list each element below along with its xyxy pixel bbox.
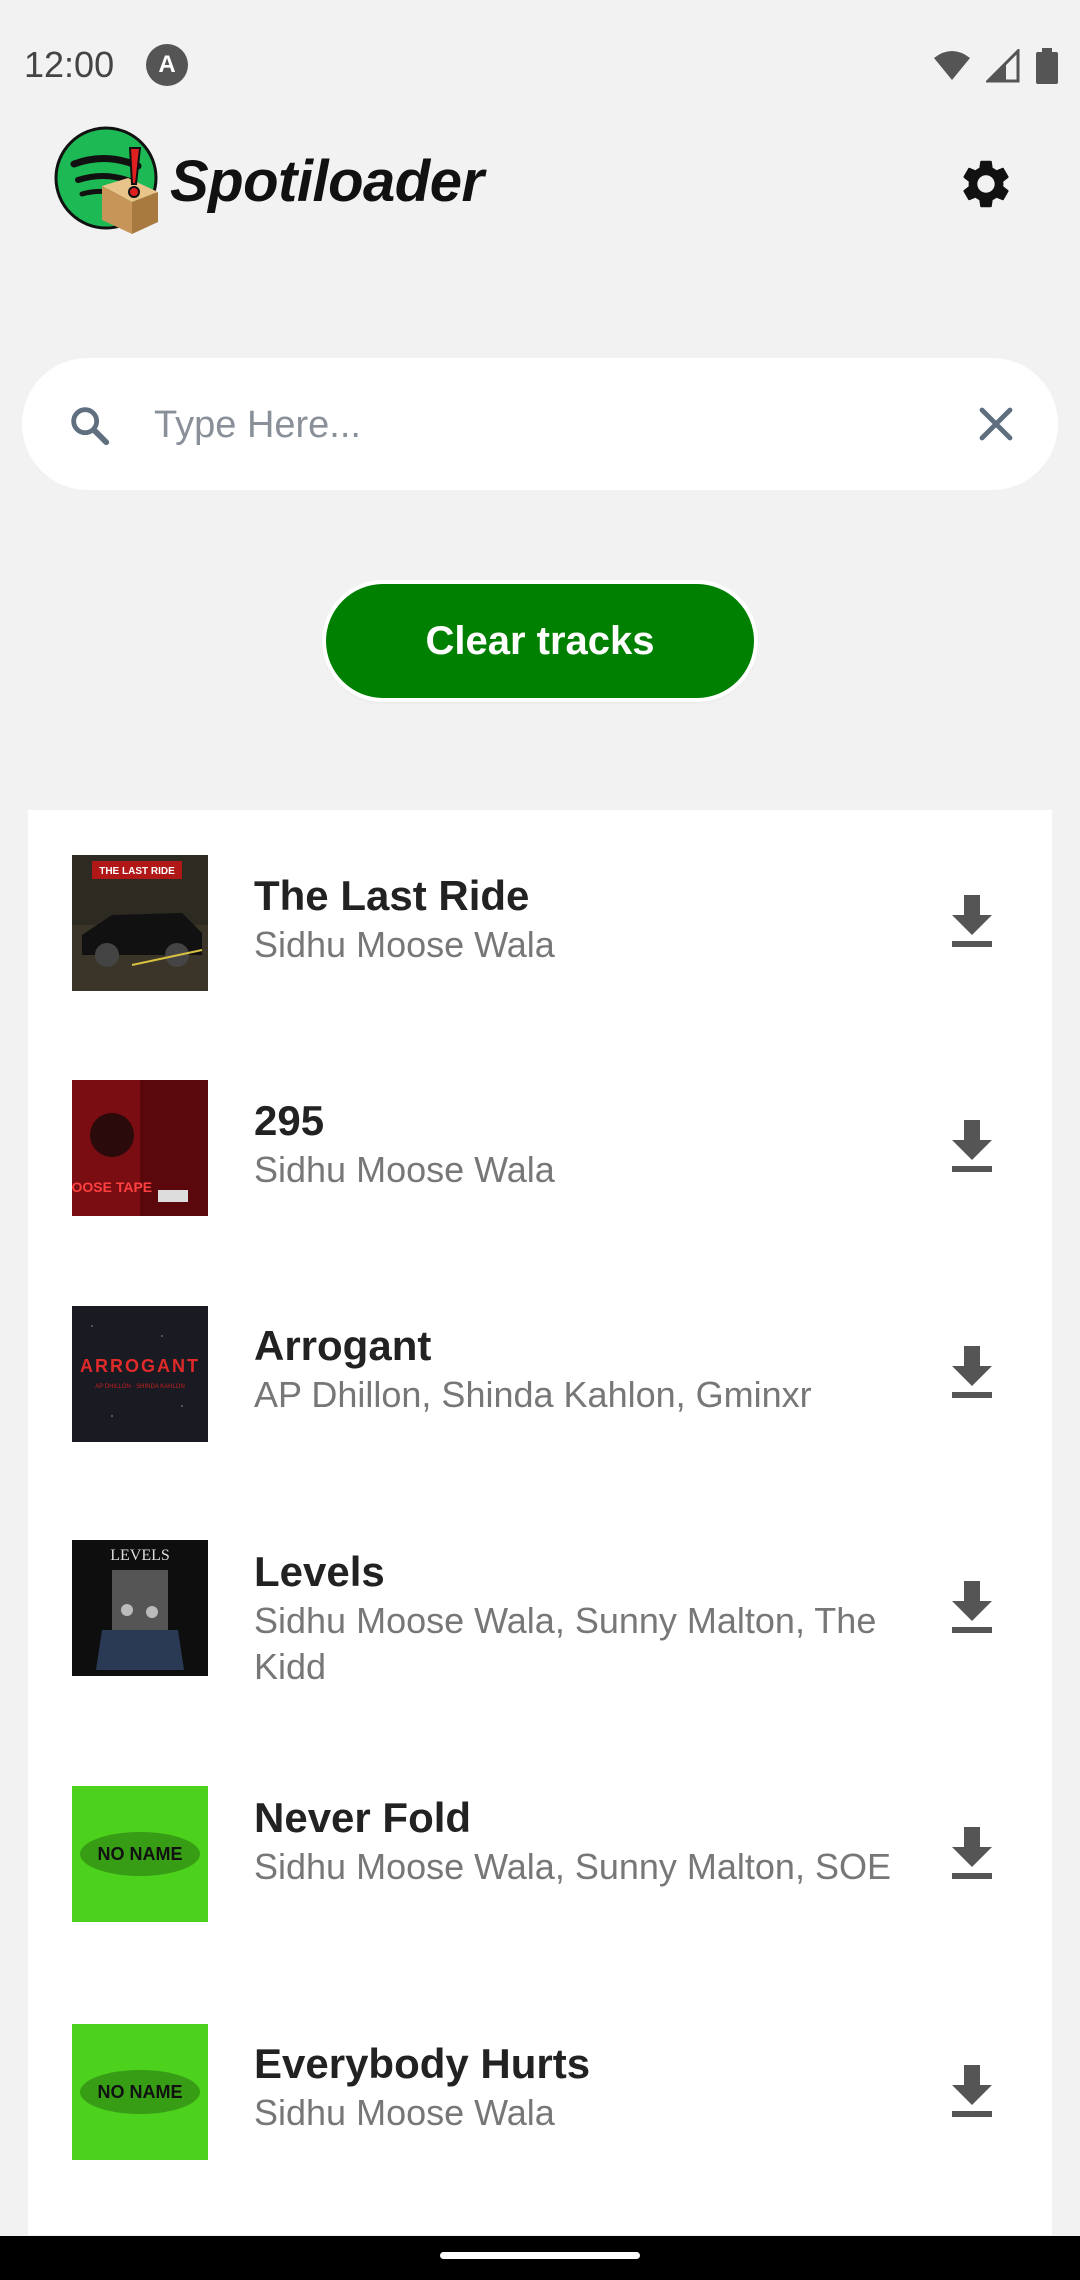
track-artist: Sidhu Moose Wala, Sunny Malton, The Kidd bbox=[254, 1600, 877, 1687]
download-icon bbox=[952, 1581, 992, 1633]
app-header: Spotiloader bbox=[0, 120, 1080, 250]
notification-a-label: A bbox=[158, 51, 176, 78]
home-indicator[interactable] bbox=[440, 2252, 640, 2259]
search-bar bbox=[22, 358, 1058, 490]
clear-tracks-button[interactable]: Clear tracks bbox=[326, 584, 754, 698]
track-info: Arrogant AP Dhillon, Shinda Kahlon, Gmin… bbox=[254, 1320, 894, 1418]
battery-icon bbox=[1036, 48, 1058, 84]
status-icons bbox=[934, 48, 1058, 84]
track-info: The Last Ride Sidhu Moose Wala bbox=[254, 870, 894, 968]
status-time: 12:00 bbox=[24, 44, 115, 85]
settings-button[interactable] bbox=[950, 148, 1022, 220]
wifi-icon bbox=[934, 51, 970, 80]
download-button[interactable] bbox=[942, 1343, 1002, 1403]
track-row[interactable]: MOOSE TAPE 295 Sidhu Moose Wala bbox=[28, 1035, 1052, 1260]
album-art-image: THE LAST RIDE bbox=[72, 855, 208, 991]
track-list: THE LAST RIDE The Last Ride Sidhu Moose … bbox=[28, 810, 1052, 2235]
download-button[interactable] bbox=[942, 2062, 1002, 2122]
track-title: Everybody Hurts bbox=[254, 2040, 591, 2087]
svg-text:ARROGANT: ARROGANT bbox=[80, 1356, 200, 1376]
track-row[interactable]: ARROGANT AP DHILLON · SHINDA KAHLON Arro… bbox=[28, 1260, 1052, 1486]
gear-icon bbox=[963, 160, 1009, 208]
download-icon bbox=[952, 1827, 992, 1879]
download-icon bbox=[952, 1346, 992, 1398]
track-info: 295 Sidhu Moose Wala bbox=[254, 1095, 894, 1193]
status-bar: 12:00 A bbox=[0, 0, 1080, 135]
track-artist: Sidhu Moose Wala, Sunny Malton, SOE bbox=[254, 1846, 891, 1887]
download-button[interactable] bbox=[942, 892, 1002, 952]
track-row[interactable]: THE LAST RIDE The Last Ride Sidhu Moose … bbox=[28, 810, 1052, 1035]
track-row[interactable]: NO NAME Never Fold Sidhu Moose Wala, Sun… bbox=[28, 1732, 1052, 1978]
track-title: Arrogant bbox=[254, 1322, 432, 1369]
svg-text:THE LAST RIDE: THE LAST RIDE bbox=[99, 866, 175, 877]
svg-text:MOOSE TAPE: MOOSE TAPE bbox=[72, 1179, 152, 1195]
svg-text:NO NAME: NO NAME bbox=[98, 1844, 183, 1864]
svg-text:NO NAME: NO NAME bbox=[98, 2082, 183, 2102]
track-info: Levels Sidhu Moose Wala, Sunny Malton, T… bbox=[254, 1546, 894, 1690]
download-button[interactable] bbox=[942, 1117, 1002, 1177]
album-art-image: ARROGANT AP DHILLON · SHINDA KAHLON bbox=[72, 1306, 208, 1442]
download-button[interactable] bbox=[942, 1824, 1002, 1884]
track-artist: Sidhu Moose Wala bbox=[254, 2092, 555, 2133]
track-artist: AP Dhillon, Shinda Kahlon, Gminxr bbox=[254, 1374, 812, 1415]
search-icon bbox=[71, 407, 110, 446]
track-title: 295 bbox=[254, 1097, 325, 1144]
track-info: Never Fold Sidhu Moose Wala, Sunny Malto… bbox=[254, 1792, 894, 1890]
navigation-bar bbox=[0, 2236, 1080, 2280]
svg-text:AP DHILLON · SHINDA KAHLON: AP DHILLON · SHINDA KAHLON bbox=[95, 1384, 185, 1390]
track-info: Everybody Hurts Sidhu Moose Wala bbox=[254, 2038, 894, 2136]
search-input[interactable] bbox=[152, 388, 976, 462]
signal-icon bbox=[986, 49, 1020, 83]
album-art-image: NO NAME bbox=[72, 1786, 208, 1922]
download-icon bbox=[952, 2065, 992, 2117]
download-button[interactable] bbox=[942, 1578, 1002, 1638]
track-title: Levels bbox=[254, 1548, 385, 1595]
download-icon bbox=[952, 1120, 992, 1172]
track-row[interactable]: LEVELS Levels Sidhu Moose Wala, Sunny Ma… bbox=[28, 1486, 1052, 1732]
svg-text:LEVELS: LEVELS bbox=[110, 1547, 170, 1564]
track-artist: Sidhu Moose Wala bbox=[254, 924, 555, 965]
close-icon[interactable] bbox=[972, 400, 1020, 448]
track-row[interactable]: NO NAME Everybody Hurts Sidhu Moose Wala bbox=[28, 1978, 1052, 2204]
app-title: Spotiloader bbox=[170, 149, 484, 214]
album-art-image: NO NAME bbox=[72, 2024, 208, 2160]
spotiloader-logo-icon bbox=[54, 126, 158, 234]
track-title: Never Fold bbox=[254, 1794, 472, 1841]
album-art-image: LEVELS bbox=[72, 1540, 208, 1676]
track-title: The Last Ride bbox=[254, 872, 530, 919]
album-art-image: MOOSE TAPE bbox=[72, 1080, 208, 1216]
download-icon bbox=[952, 895, 992, 947]
notification-a-icon: A bbox=[146, 44, 188, 86]
track-artist: Sidhu Moose Wala bbox=[254, 1149, 555, 1190]
